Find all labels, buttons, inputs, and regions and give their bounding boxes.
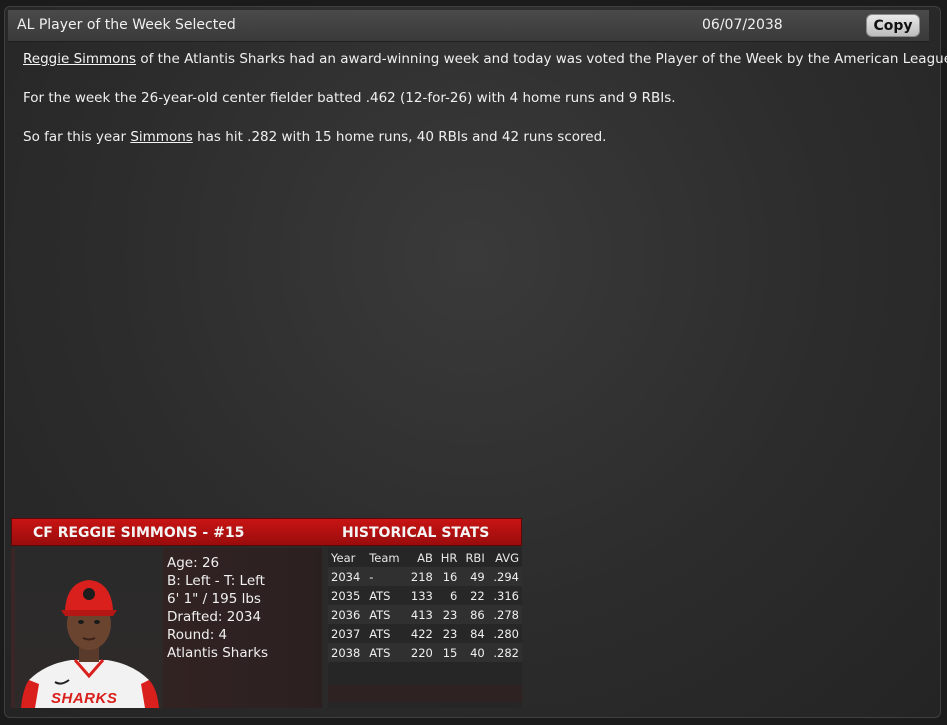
player-link[interactable]: Reggie Simmons <box>23 51 136 67</box>
bio-round: Round: 4 <box>167 627 228 643</box>
stats-hr: 6 <box>435 586 461 605</box>
player-bio: Age: 26 B: Left - T: Left 6' 1" / 195 lb… <box>167 554 268 662</box>
stats-rbi: 22 <box>460 586 488 605</box>
stats-year: 2034 <box>328 567 367 586</box>
player-card: CF REGGIE SIMMONS - #15 HISTORICAL STATS… <box>11 518 522 708</box>
historical-stats-table: Year Team AB HR RBI AVG 2034 - 218 16 49… <box>328 548 522 662</box>
article-paragraph-3: So far this year Simmons has hit .282 wi… <box>23 128 913 147</box>
stats-header-year: Year <box>331 550 356 565</box>
jersey-text: SHARKS <box>51 690 118 707</box>
article-paragraph-1: Reggie Simmons of the Atlantis Sharks ha… <box>23 50 947 69</box>
stats-ab: 133 <box>405 586 436 605</box>
bio-bats-throws: B: Left - T: Left <box>167 573 265 589</box>
stats-avg: .316 <box>487 586 522 605</box>
bio-drafted: Drafted: 2034 <box>167 609 262 625</box>
stats-year: 2035 <box>328 586 367 605</box>
stats-ab: 413 <box>405 605 436 624</box>
stats-team: - <box>366 567 406 586</box>
stats-hr: 23 <box>435 605 461 624</box>
player-surname-link[interactable]: Simmons <box>130 129 192 145</box>
paragraph-3-after: has hit .282 with 15 home runs, 40 RBIs … <box>192 129 607 145</box>
stats-header-team: Team <box>369 550 400 565</box>
stats-hr: 15 <box>435 643 461 662</box>
stats-row: 2034 - 218 16 49 .294 <box>328 567 522 586</box>
title-bar: AL Player of the Week Selected 06/07/203… <box>8 10 929 42</box>
player-card-header: CF REGGIE SIMMONS - #15 HISTORICAL STATS <box>11 518 522 546</box>
stats-avg: .282 <box>487 643 522 662</box>
bio-age: Age: 26 <box>167 555 220 571</box>
stats-ab: 422 <box>405 624 436 643</box>
stats-team: ATS <box>366 605 406 624</box>
stats-header-rbi: RBI <box>465 550 485 565</box>
stats-avg: .280 <box>487 624 522 643</box>
stats-team: ATS <box>366 643 406 662</box>
stats-ab: 220 <box>405 643 436 662</box>
stats-rbi: 84 <box>460 624 488 643</box>
stats-header-ab: AB <box>417 550 433 565</box>
stats-ab: 218 <box>405 567 436 586</box>
stats-header-row: Year Team AB HR RBI AVG <box>328 548 522 567</box>
stats-hr: 23 <box>435 624 461 643</box>
article-date: 06/07/2038 <box>702 17 783 33</box>
stats-hr: 16 <box>435 567 461 586</box>
player-portrait-icon <box>21 580 159 708</box>
stats-team: ATS <box>366 624 406 643</box>
stats-year: 2037 <box>328 624 367 643</box>
article-paragraph-2: For the week the 26-year-old center fiel… <box>23 90 676 106</box>
historical-stats-panel: Year Team AB HR RBI AVG 2034 - 218 16 49… <box>328 548 522 708</box>
stats-rbi: 86 <box>460 605 488 624</box>
stats-footer-bar <box>328 685 522 702</box>
stats-header-avg: AVG <box>495 550 519 565</box>
player-card-name: CF REGGIE SIMMONS - #15 <box>33 525 245 541</box>
bio-team: Atlantis Sharks <box>167 645 269 661</box>
stats-row: 2035 ATS 133 6 22 .316 <box>328 586 522 605</box>
stats-header-hr: HR <box>440 550 458 565</box>
stats-rbi: 49 <box>460 567 488 586</box>
paragraph-3-before: So far this year <box>23 129 131 145</box>
stats-row: 2036 ATS 413 23 86 .278 <box>328 605 522 624</box>
stats-avg: .278 <box>487 605 522 624</box>
stats-rbi: 40 <box>460 643 488 662</box>
historical-stats-title: HISTORICAL STATS <box>342 525 490 541</box>
stats-year: 2038 <box>328 643 367 662</box>
paragraph-1-text: of the Atlantis Sharks had an award-winn… <box>136 51 947 67</box>
stats-avg: .294 <box>487 567 522 586</box>
article-title: AL Player of the Week Selected <box>17 17 236 33</box>
player-photo[interactable]: SHARKS <box>15 548 163 708</box>
stats-row: 2038 ATS 220 15 40 .282 <box>328 643 522 662</box>
article-body: Reggie Simmons of the Atlantis Sharks ha… <box>23 50 947 167</box>
stats-year: 2036 <box>328 605 367 624</box>
stats-row: 2037 ATS 422 23 84 .280 <box>328 624 522 643</box>
bio-size: 6' 1" / 195 lbs <box>167 591 261 607</box>
copy-button[interactable]: Copy <box>866 14 920 37</box>
stats-team: ATS <box>366 586 406 605</box>
